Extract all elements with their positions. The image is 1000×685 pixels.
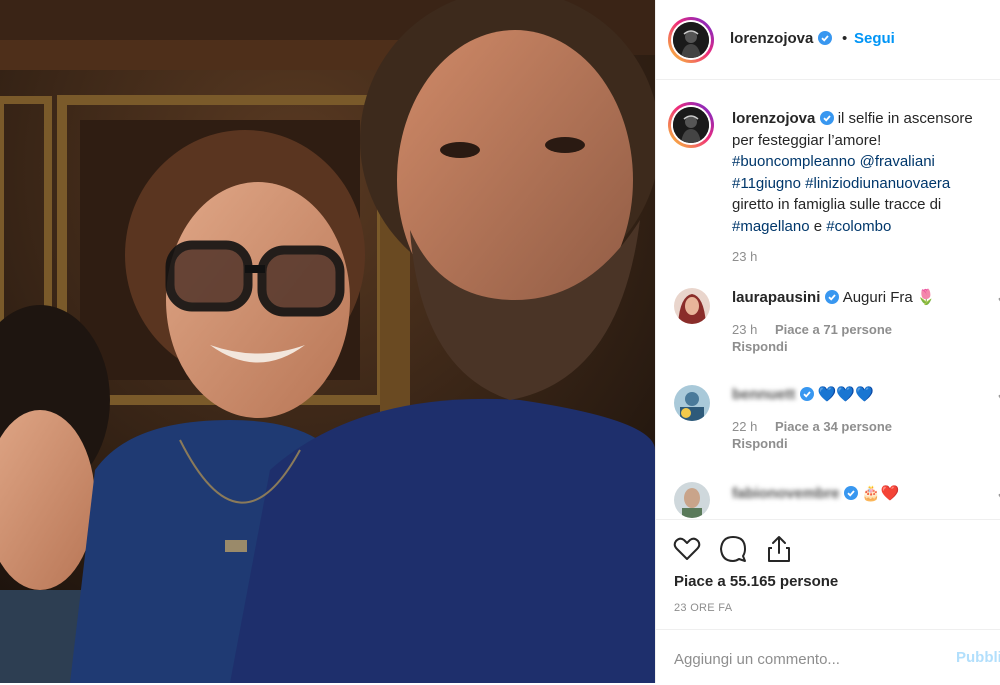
comment-line: fabionovembre 🎂❤️ [732,484,899,502]
comment-text: 💙💙💙 [817,386,874,403]
author-username-text[interactable]: lorenzojova [730,30,813,47]
heart-icon[interactable] [672,534,702,564]
commenter-avatar[interactable] [674,385,710,421]
post-header: lorenzojova • Segui [656,0,1000,80]
verified-badge-icon [824,290,839,304]
comment-line: laurapausini Auguri Fra 🌷 [732,288,936,306]
commenter-avatar[interactable] [674,288,710,324]
commenter-username[interactable]: laurapausini [732,289,820,306]
hashtag-liniziodiunanuovaera[interactable]: #liniziodiunanuovaera [805,175,950,192]
commenter-username[interactable]: fabionovembre [732,485,840,502]
comment-like-icon[interactable] [993,296,1000,308]
caption-timestamp[interactable]: 23 h [732,249,757,264]
separator-dot: • [842,30,848,47]
follow-button[interactable]: Segui [854,30,895,47]
comment-meta: 22 h Piace a 34 persone [732,419,906,434]
verified-badge-icon [799,387,814,401]
comment-like-icon[interactable] [993,492,1000,504]
selfie-image [0,0,655,683]
comment-likes[interactable]: Piace a 71 persone [775,322,892,337]
comment-meta: 23 h Piace a 71 persone [732,322,906,337]
author-avatar[interactable] [668,17,714,63]
comment-item: bennuett 💙💙💙 22 h Piace a 34 persone Ris… [674,385,1000,455]
comment-item: laurapausini Auguri Fra 🌷 23 h Piace a 7… [674,288,1000,358]
verified-badge-icon [843,486,858,500]
comment-time[interactable]: 22 h [732,419,757,434]
post-date[interactable]: 23 ORE FA [674,602,732,614]
mention-fravaliani[interactable]: @fravaliani [860,153,935,170]
publish-button[interactable]: Pubblica [956,649,1000,666]
commenter-avatar[interactable] [674,482,710,518]
hashtag-magellano[interactable]: #magellano [732,218,810,235]
caption-author-avatar[interactable] [668,102,714,148]
comment-item: fabionovembre 🎂❤️ [674,482,1000,518]
hashtag-11giugno[interactable]: #11giugno [732,175,801,192]
post-photo[interactable] [0,0,655,683]
share-icon[interactable] [764,534,794,564]
author-username[interactable]: lorenzojova [730,30,832,47]
commenter-username[interactable]: bennuett [732,386,795,403]
add-comment-bar: Pubblica [656,629,1000,685]
post-actions: Piace a 55.165 persone 23 ORE FA Pubblic… [656,519,1000,683]
comment-icon[interactable] [718,534,748,564]
post-caption: lorenzojova il selfie in ascensore per f… [732,108,992,237]
comment-line: bennuett 💙💙💙 [732,385,874,403]
reply-button[interactable]: Rispondi [732,436,788,451]
verified-badge-icon [817,31,832,45]
comment-like-icon[interactable] [993,393,1000,405]
comment-likes[interactable]: Piace a 34 persone [775,419,892,434]
caption-text-2: giretto in famiglia sulle tracce di [732,196,942,213]
verified-badge-icon [819,111,834,125]
post-panel: lorenzojova • Segui lorenzojova il selfi… [655,0,1000,683]
caption-username[interactable]: lorenzojova [732,110,815,127]
comment-input[interactable] [672,647,926,671]
comment-text: 🎂❤️ [861,485,900,502]
likes-count[interactable]: Piace a 55.165 persone [674,573,838,590]
comment-time[interactable]: 23 h [732,322,757,337]
comment-text: Auguri Fra 🌷 [842,289,936,306]
hashtag-colombo[interactable]: #colombo [826,218,891,235]
hashtag-buoncompleanno[interactable]: #buoncompleanno [732,153,855,170]
reply-button[interactable]: Rispondi [732,339,788,354]
caption-text-3: e [809,217,827,235]
